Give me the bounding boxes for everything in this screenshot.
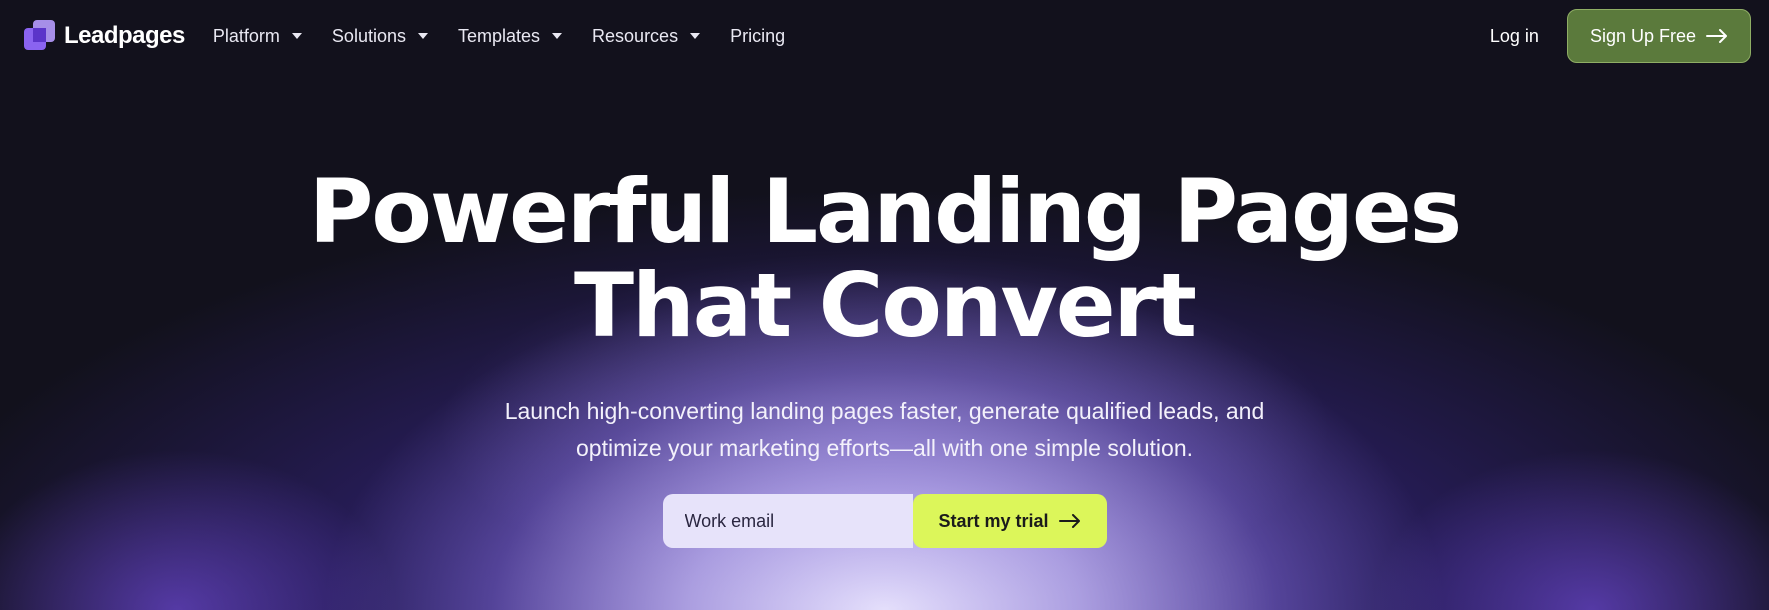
- hero-section: Powerful Landing Pages That Convert Laun…: [0, 165, 1769, 548]
- nav-item-label: Resources: [592, 25, 679, 46]
- nav-item-pricing[interactable]: Pricing: [730, 26, 785, 47]
- work-email-input[interactable]: [662, 494, 913, 548]
- nav-item-label: Templates: [457, 25, 541, 46]
- nav-item-label: Platform: [212, 25, 280, 46]
- arrow-right-icon: [1706, 29, 1727, 43]
- leadpages-logo-icon: [24, 20, 56, 52]
- brand-logo[interactable]: Leadpages: [24, 20, 185, 52]
- hero-subtitle-line-2: optimize your marketing efforts—all with…: [575, 435, 1193, 461]
- caret-down-icon: [291, 33, 302, 39]
- hero-title-line-1: Powerful Landing Pages: [308, 160, 1462, 263]
- hero-subtitle-line-1: Launch high-converting landing pages fas…: [504, 398, 1265, 424]
- top-navigation: Leadpages Platform Solutions Templates R…: [0, 0, 1769, 72]
- hero-title: Powerful Landing Pages That Convert: [0, 165, 1769, 353]
- nav-item-label: Solutions: [331, 25, 406, 46]
- trial-signup-form: Start my trial: [0, 494, 1769, 548]
- caret-down-icon: [690, 33, 701, 39]
- login-link[interactable]: Log in: [1490, 26, 1539, 47]
- start-trial-label: Start my trial: [938, 510, 1049, 531]
- caret-down-icon: [552, 33, 563, 39]
- sign-up-button[interactable]: Sign Up Free: [1566, 9, 1751, 63]
- hero-subtitle: Launch high-converting landing pages fas…: [0, 393, 1769, 467]
- arrow-right-icon: [1058, 514, 1080, 528]
- nav-item-solutions[interactable]: Solutions: [332, 26, 428, 47]
- hero-title-line-2: That Convert: [574, 254, 1197, 357]
- nav-item-platform[interactable]: Platform: [213, 26, 302, 47]
- start-trial-button[interactable]: Start my trial: [912, 494, 1107, 548]
- caret-down-icon: [417, 33, 428, 39]
- brand-name: Leadpages: [64, 22, 185, 49]
- sign-up-label: Sign Up Free: [1589, 25, 1696, 46]
- nav-item-label: Pricing: [730, 25, 786, 46]
- nav-item-resources[interactable]: Resources: [592, 25, 701, 47]
- nav-item-templates[interactable]: Templates: [457, 25, 563, 47]
